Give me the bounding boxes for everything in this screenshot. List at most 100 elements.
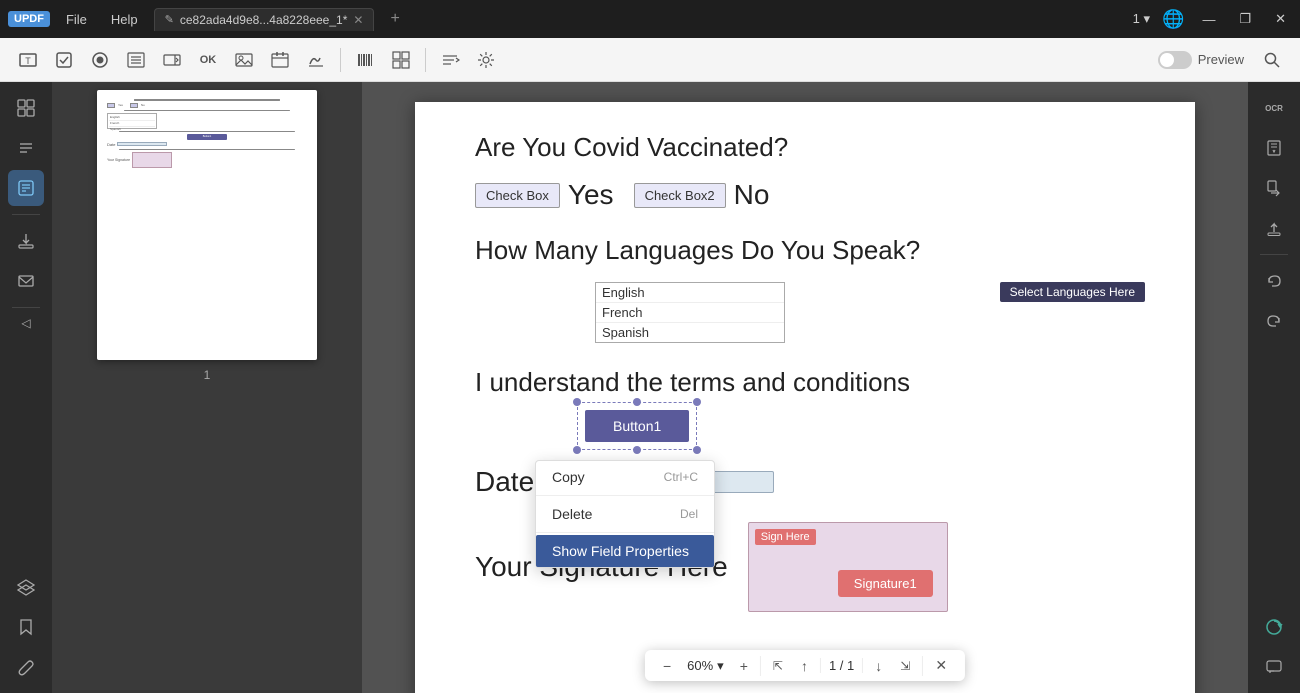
pdf-viewer[interactable]: Are You Covid Vaccinated? Check Box Yes … (362, 82, 1248, 693)
preview-toggle[interactable]: Preview (1158, 51, 1244, 69)
listbox-wrapper: English French Spanish Select Languages … (595, 282, 1135, 343)
sync-button[interactable] (1256, 609, 1292, 645)
signature-button[interactable]: Signature1 (838, 570, 933, 597)
ocr-button[interactable]: OCR (1256, 90, 1292, 126)
button-field-element[interactable]: Button1 (585, 410, 689, 442)
sidebar-item-attachment[interactable] (8, 649, 44, 685)
dropdown-tool[interactable] (156, 44, 188, 76)
context-menu: Copy Ctrl+C Delete Del Show Field Proper… (535, 460, 715, 568)
sidebar-item-forms[interactable] (8, 170, 44, 206)
search-button[interactable] (1256, 44, 1288, 76)
sidebar-item-layers[interactable] (8, 569, 44, 605)
globe-icon[interactable]: 🌐 (1162, 9, 1184, 30)
add-tab-button[interactable]: + (382, 8, 407, 30)
page-thumbnail[interactable]: Yes No English French Spanish Button1 Da… (97, 90, 317, 360)
sidebar-item-navigation[interactable] (8, 130, 44, 166)
bottom-sep-1 (760, 656, 761, 676)
radio-tool[interactable] (84, 44, 116, 76)
listbox-field[interactable]: English French Spanish (595, 282, 785, 343)
updf-logo[interactable]: UPDF (8, 11, 50, 27)
settings-tool[interactable] (470, 44, 502, 76)
barcode-tool[interactable] (349, 44, 381, 76)
context-menu-copy[interactable]: Copy Ctrl+C (536, 461, 714, 493)
sidebar-item-mail[interactable] (8, 263, 44, 299)
help-menu[interactable]: Help (103, 10, 146, 29)
signature-field[interactable]: Sign Here Signature1 (748, 522, 948, 612)
signature-tool[interactable] (300, 44, 332, 76)
toggle-thumb (1160, 53, 1174, 67)
tab-edit-icon: ✎ (165, 13, 174, 26)
handle-tl (573, 398, 581, 406)
right-sep-1 (1260, 254, 1288, 255)
handle-tm (633, 398, 641, 406)
delete-shortcut: Del (680, 507, 698, 521)
checkbox-no-label: Check Box2 (634, 183, 726, 208)
tab-close-icon[interactable]: ✕ (353, 13, 363, 27)
listbox-placeholder: Select Languages Here (1000, 282, 1145, 302)
image-tool[interactable] (228, 44, 260, 76)
scan-button[interactable] (1256, 130, 1292, 166)
checkbox-yes-label: Check Box (475, 183, 560, 208)
active-tab[interactable]: ✎ ce82ada4d9e8...4a8228eee_1* ✕ (154, 8, 375, 31)
redo-button[interactable] (1256, 303, 1292, 339)
handle-br (693, 446, 701, 454)
page-selector[interactable]: 1 ▾ (1133, 11, 1150, 27)
checkbox-tool[interactable] (48, 44, 80, 76)
minimize-button[interactable]: — (1196, 10, 1221, 29)
bottom-sep-2 (922, 656, 923, 676)
date-label: Date (475, 466, 534, 498)
delete-label: Delete (552, 506, 592, 522)
thumbnail-panel: Yes No English French Spanish Button1 Da… (52, 82, 362, 693)
file-menu[interactable]: File (58, 10, 95, 29)
nav-first-button[interactable]: ⇱ (767, 656, 789, 676)
organize-button[interactable] (1256, 170, 1292, 206)
checkbox-yes-field[interactable]: Check Box Yes (475, 179, 614, 211)
pdf-page: Are You Covid Vaccinated? Check Box Yes … (415, 102, 1195, 693)
bottom-toolbar: − 60% ▾ + ⇱ ↑ 1 / 1 ↓ ⇲ ✕ (645, 650, 965, 681)
zoom-in-button[interactable]: + (734, 655, 754, 677)
handle-bl (573, 446, 581, 454)
copy-shortcut: Ctrl+C (664, 470, 698, 484)
checkbox-row-covid: Check Box Yes Check Box2 No (475, 179, 1135, 211)
context-menu-separator-2 (536, 532, 714, 533)
checkbox-no-field[interactable]: Check Box2 No (634, 179, 770, 211)
align-tool[interactable] (434, 44, 466, 76)
terms-section: I understand the terms and conditions (475, 367, 1135, 446)
close-nav-button[interactable]: ✕ (929, 654, 953, 677)
sidebar-item-thumbnails[interactable] (8, 90, 44, 126)
zoom-display: 60% ▾ (683, 658, 728, 674)
grid-tool[interactable] (385, 44, 417, 76)
nav-prev-button[interactable]: ↑ (795, 655, 814, 677)
date-tool[interactable] (264, 44, 296, 76)
button-tool[interactable]: OK (192, 44, 224, 76)
upload-button[interactable] (1256, 210, 1292, 246)
zoom-dropdown-icon[interactable]: ▾ (717, 658, 724, 674)
button-wrapper: Button1 (585, 410, 689, 442)
nav-last-button[interactable]: ⇲ (894, 656, 916, 676)
context-menu-show-properties[interactable]: Show Field Properties (536, 535, 714, 567)
context-menu-delete[interactable]: Delete Del (536, 498, 714, 530)
zoom-out-button[interactable]: − (657, 655, 677, 677)
handle-bm (633, 446, 641, 454)
left-sidebar: ◁ (0, 82, 52, 693)
nav-next-button[interactable]: ↓ (869, 655, 888, 677)
collapse-handle[interactable]: ◁ (21, 316, 30, 330)
toggle-track[interactable] (1158, 51, 1192, 69)
sidebar-item-bookmark[interactable] (8, 609, 44, 645)
right-sidebar: OCR (1248, 82, 1300, 693)
listbox-item-spanish: Spanish (596, 323, 784, 342)
main-layout: ◁ Yes No En (0, 82, 1300, 693)
question-covid: Are You Covid Vaccinated? (475, 132, 1135, 163)
page-number-label: 1 (204, 368, 211, 382)
text-field-tool[interactable]: T (12, 44, 44, 76)
sidebar-item-export[interactable] (8, 223, 44, 259)
listbox-item-french: French (596, 303, 784, 323)
close-button[interactable]: ✕ (1269, 9, 1292, 29)
undo-button[interactable] (1256, 263, 1292, 299)
chat-button[interactable] (1256, 649, 1292, 685)
listbox-tool[interactable] (120, 44, 152, 76)
zoom-level: 60% (687, 658, 713, 673)
context-menu-separator (536, 495, 714, 496)
maximize-button[interactable]: ❐ (1233, 9, 1257, 29)
listbox-item-english: English (596, 283, 784, 303)
